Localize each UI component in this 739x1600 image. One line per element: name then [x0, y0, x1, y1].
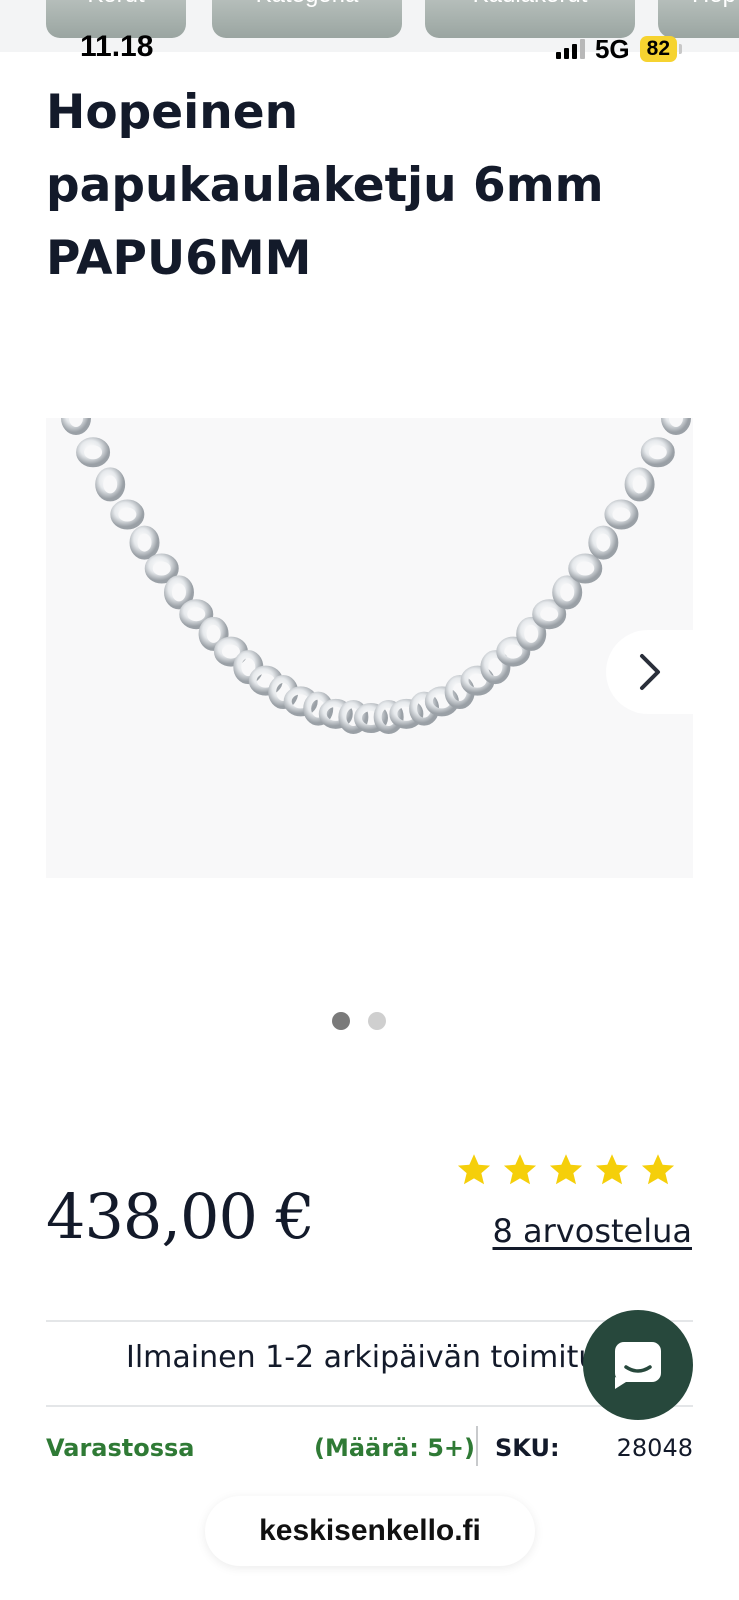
star-icon: [503, 1154, 537, 1185]
breadcrumb-chip-kaulakorut[interactable]: Kaulakorut: [425, 0, 635, 38]
breadcrumb-label: Korut: [46, 0, 186, 12]
breadcrumb-label: Kaulakorut: [425, 0, 635, 12]
stock-info-row: Varastossa (Määrä: 5+) SKU: 28048: [46, 1426, 693, 1470]
breadcrumb-chip-hop[interactable]: Hop: [658, 0, 739, 38]
product-title: Hopeinen papukaulaketju 6mm PAPU6MM: [46, 85, 604, 286]
status-indicators: 5G 82: [555, 33, 683, 64]
network-type: 5G: [594, 33, 630, 64]
chat-icon: [615, 1342, 661, 1389]
carousel-dot-1[interactable]: [332, 1012, 350, 1030]
stock-quantity: (Määrä: 5+): [314, 1434, 476, 1462]
reviews-link[interactable]: 8 arvostelua: [493, 1212, 693, 1250]
carousel-dot-2[interactable]: [368, 1012, 386, 1030]
star-icon: [595, 1154, 629, 1185]
breadcrumb-label: Kategoria: [212, 0, 402, 12]
chat-button[interactable]: [583, 1310, 693, 1420]
browser-url-bar[interactable]: keskisenkello.fi: [205, 1496, 535, 1566]
breadcrumb-chip-kategoria[interactable]: Kategoria: [212, 0, 402, 38]
signal-icon: [555, 39, 585, 59]
chevron-right-icon: [640, 654, 660, 690]
star-icon: [641, 1154, 675, 1185]
divider: [46, 1405, 693, 1407]
stock-status: Varastossa: [46, 1434, 195, 1462]
breadcrumb-label: Hop: [692, 0, 739, 12]
chain-necklace-image: [46, 418, 693, 878]
star-icon: [457, 1154, 491, 1185]
product-image[interactable]: [46, 418, 693, 878]
status-time: 11.18: [80, 30, 154, 63]
star-icon: [549, 1154, 583, 1185]
next-image-button[interactable]: [606, 630, 694, 714]
rating-stars: [456, 1152, 676, 1188]
product-price: 438,00 €: [46, 1180, 315, 1253]
battery-icon: 82: [639, 36, 683, 62]
sku-value: 28048: [616, 1434, 693, 1462]
divider: [476, 1426, 478, 1466]
divider: [46, 1320, 693, 1322]
carousel-dots: [332, 1012, 386, 1030]
sku-label: SKU:: [495, 1434, 560, 1462]
